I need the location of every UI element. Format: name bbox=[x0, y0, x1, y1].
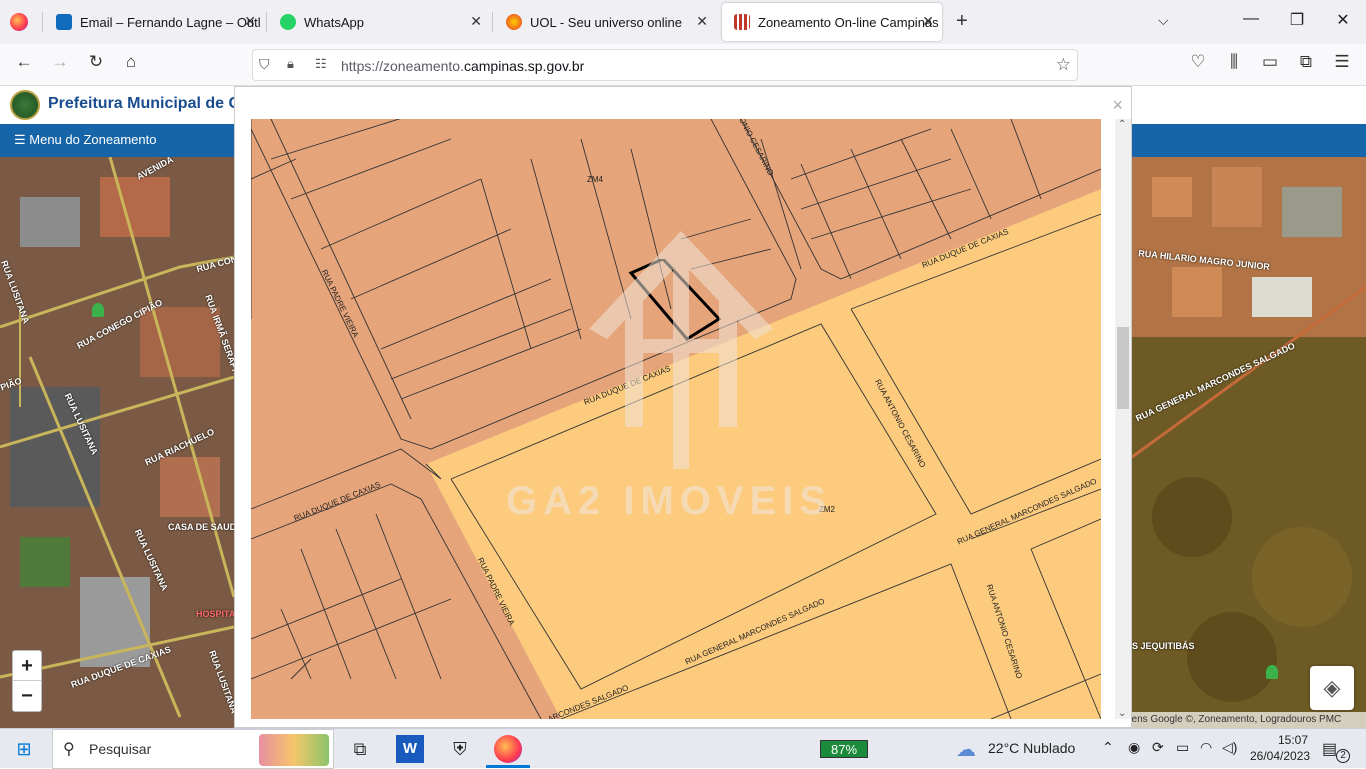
tab-title: Zoneamento On-line Campinas bbox=[758, 14, 939, 30]
cloud-icon: ☁ bbox=[956, 739, 976, 761]
system-clock[interactable]: 15:07 26/04/2023 bbox=[1250, 732, 1311, 764]
chevron-up-icon[interactable]: ⌃ bbox=[1102, 739, 1114, 756]
search-icon: ⚲ bbox=[63, 741, 75, 758]
app-menu-icon[interactable]: ☰ bbox=[1329, 52, 1355, 72]
menu-zoneamento-link[interactable]: ☰ Menu do Zoneamento bbox=[14, 132, 156, 148]
place-label: HOSPITAL bbox=[196, 609, 234, 619]
map-attribution: gens Google ©, Zoneamento, Logradouros P… bbox=[1122, 712, 1366, 728]
whatsapp-icon bbox=[280, 14, 296, 30]
zoom-control: + − bbox=[12, 650, 42, 712]
search-placeholder: Pesquisar bbox=[89, 741, 152, 757]
reload-icon[interactable]: ↻ bbox=[83, 52, 109, 72]
lock-icon[interactable]: 🔒︎ bbox=[287, 56, 294, 72]
satellite-map-left[interactable]: AVENIDA RUA CON RUA CONEGO CIPIÃO RUA IR… bbox=[0, 157, 234, 728]
task-view-icon[interactable]: ⧉ bbox=[346, 735, 374, 763]
zoom-in-button[interactable]: + bbox=[13, 651, 41, 681]
watermark-logo bbox=[589, 231, 773, 469]
scroll-up-icon[interactable]: ⌃ bbox=[1118, 119, 1126, 130]
web-page: Prefeitura Municipal de C ☰ Menu do Zone… bbox=[0, 86, 1366, 728]
home-icon[interactable]: ⌂ bbox=[118, 52, 144, 72]
permissions-icon[interactable]: ☷ bbox=[315, 56, 327, 72]
camera-icon[interactable]: ◉ bbox=[1128, 739, 1140, 756]
tab-title: Email – Fernando Lagne – Outlo bbox=[80, 14, 260, 30]
site-title: Prefeitura Municipal de C bbox=[48, 95, 241, 112]
security-shield-icon[interactable]: ⛨ bbox=[446, 735, 474, 763]
new-tab-icon[interactable]: + bbox=[956, 10, 968, 33]
zoning-map[interactable]: ZM4 ZM2 RUA ANTONIO CESARINO RUA DUQUE D… bbox=[251, 119, 1101, 719]
windows-start-icon[interactable]: ⊞ bbox=[10, 735, 38, 763]
close-tab-icon[interactable]: ✕ bbox=[244, 13, 256, 30]
tab-title: UOL - Seu universo online bbox=[530, 14, 682, 30]
firefox-taskbar-icon[interactable] bbox=[494, 735, 522, 763]
modal-close-button[interactable]: × bbox=[1112, 95, 1123, 116]
bookmark-star-icon[interactable]: ☆ bbox=[1056, 55, 1071, 75]
restore-icon[interactable]: ❐ bbox=[1274, 10, 1320, 30]
tab-zoneamento[interactable]: Zoneamento On-line Campinas ✕ bbox=[722, 3, 942, 41]
forward-icon[interactable]: → bbox=[47, 52, 73, 72]
search-highlight-image bbox=[259, 734, 329, 766]
place-label: CASA DE SAUDE bbox=[168, 522, 234, 532]
back-icon[interactable]: ← bbox=[11, 52, 37, 72]
notification-icon[interactable]: ▤ bbox=[1322, 739, 1337, 759]
battery-icon[interactable]: ▭ bbox=[1176, 739, 1189, 756]
browser-nav-bar: ← → ↻ ⌂ ⛉ 🔒︎ ☷ https://zoneamento.campin… bbox=[0, 44, 1366, 86]
url-prefix: https://zoneamento. bbox=[341, 58, 464, 74]
close-tab-icon[interactable]: ✕ bbox=[696, 13, 708, 30]
battery-indicator[interactable]: 87% bbox=[820, 740, 868, 758]
zone-label-zm4: ZM4 bbox=[587, 175, 603, 184]
zoning-modal: × ZM4 ZM2 RUA DUQUE DE CAXIAS RUA PADRE … bbox=[234, 86, 1132, 728]
scroll-down-icon[interactable]: ⌄ bbox=[1118, 708, 1126, 719]
shield-icon[interactable]: ⛉ bbox=[259, 56, 270, 73]
browser-tab-bar: Email – Fernando Lagne – Outlo ✕ WhatsAp… bbox=[0, 0, 1366, 44]
word-icon[interactable]: W bbox=[396, 735, 424, 763]
close-tab-icon[interactable]: ✕ bbox=[470, 13, 482, 30]
windows-taskbar: ⊞ ⚲ Pesquisar ⧉ W ⛨ 87% ☁ 22°C Nublado ⌃… bbox=[0, 728, 1366, 769]
tree-marker-icon bbox=[92, 303, 104, 317]
minimize-icon[interactable]: — bbox=[1228, 10, 1274, 28]
clock-time: 15:07 bbox=[1277, 733, 1308, 747]
tab-whatsapp[interactable]: WhatsApp ✕ bbox=[268, 0, 490, 44]
tab-uol[interactable]: UOL - Seu universo online ✕ bbox=[494, 0, 716, 44]
zoom-out-button[interactable]: − bbox=[13, 681, 41, 711]
wifi-icon[interactable]: ◠ bbox=[1200, 739, 1212, 756]
notification-count: 2 bbox=[1336, 749, 1350, 763]
tab-title: WhatsApp bbox=[304, 14, 364, 30]
url-domain: campinas.sp.gov.br bbox=[463, 58, 585, 74]
volume-icon[interactable]: ◁) bbox=[1222, 739, 1237, 756]
campinas-icon bbox=[734, 14, 750, 30]
taskbar-search[interactable]: ⚲ Pesquisar bbox=[52, 729, 334, 769]
scrollbar-thumb[interactable] bbox=[1117, 327, 1129, 409]
modal-scrollbar[interactable]: ⌃ ⌄ bbox=[1115, 119, 1131, 719]
place-label: S JEQUITIBÁS bbox=[1132, 641, 1195, 651]
tab-outlook[interactable]: Email – Fernando Lagne – Outlo ✕ bbox=[44, 0, 264, 44]
sidebar-icon[interactable]: ▭ bbox=[1257, 52, 1283, 72]
watermark-text: GA2 IMOVEIS bbox=[506, 479, 833, 523]
tab-list-icon[interactable]: ⌵ bbox=[1158, 12, 1169, 29]
uol-icon bbox=[506, 14, 522, 30]
close-window-icon[interactable]: ✕ bbox=[1320, 10, 1366, 30]
close-tab-icon[interactable]: ✕ bbox=[922, 13, 934, 30]
layers-icon: ◈ bbox=[1323, 675, 1341, 700]
outlook-icon bbox=[56, 14, 72, 30]
tree-marker-icon bbox=[1266, 665, 1278, 679]
url-text: https://zoneamento.campinas.sp.gov.br bbox=[341, 58, 584, 74]
url-bar[interactable]: ⛉ 🔒︎ ☷ https://zoneamento.campinas.sp.go… bbox=[252, 49, 1078, 81]
library-icon[interactable]: ⫼ bbox=[1221, 52, 1247, 72]
firefox-menu-icon[interactable] bbox=[10, 13, 28, 31]
pocket-icon[interactable]: ♡ bbox=[1185, 52, 1211, 72]
layers-button[interactable]: ◈ bbox=[1310, 666, 1354, 710]
clock-date: 26/04/2023 bbox=[1250, 749, 1311, 763]
weather-text[interactable]: 22°C Nublado bbox=[988, 740, 1075, 756]
sync-icon[interactable]: ⟳ bbox=[1152, 739, 1164, 756]
satellite-map-right[interactable]: RUA HILARIO MAGRO JUNIOR RUA GENERAL MAR… bbox=[1132, 157, 1366, 728]
campinas-coat-of-arms-icon bbox=[10, 90, 40, 120]
extensions-icon[interactable]: ⧉ bbox=[1293, 52, 1319, 72]
